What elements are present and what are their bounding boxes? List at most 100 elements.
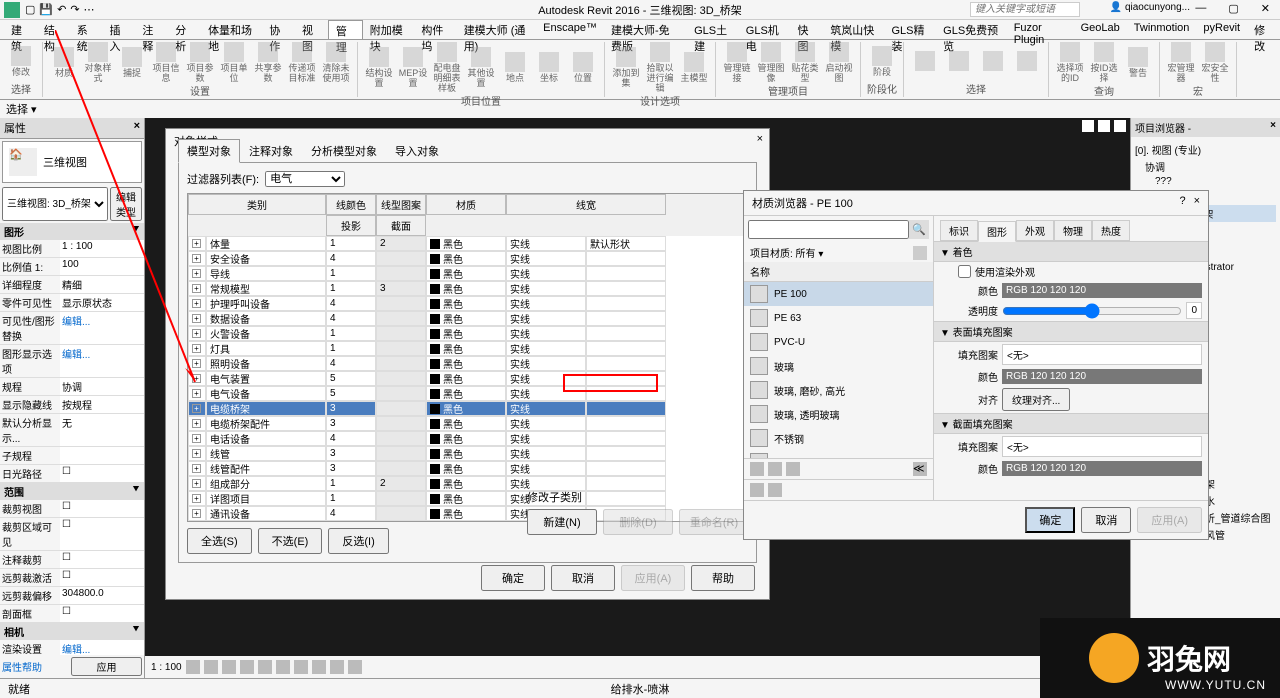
ribbon-清除未使用项[interactable]: 清除未使用项 — [321, 42, 351, 83]
prop-row[interactable]: 详细程度精细 — [0, 276, 144, 294]
vb-icon[interactable] — [330, 660, 344, 674]
material-item[interactable]: 不锈钢 — [744, 426, 933, 450]
os-tab-注释对象[interactable]: 注释对象 — [240, 139, 302, 163]
si[interactable]: ▦ — [1168, 681, 1184, 697]
properties-help-button[interactable]: 属性帮助 — [2, 657, 69, 676]
table-row[interactable]: +照明设备4黑色实线 — [188, 356, 747, 371]
prop-row[interactable]: 规程协调 — [0, 378, 144, 396]
tab-结构[interactable]: 结构 — [37, 20, 70, 39]
qat-save[interactable]: 💾 — [37, 3, 55, 16]
ribbon-其他设置[interactable]: 其他设置 — [466, 47, 496, 88]
si[interactable]: ▦ — [1146, 681, 1162, 697]
ribbon-按ID选择[interactable]: 按ID选择 — [1089, 42, 1119, 83]
mb-button-取消[interactable]: 取消 — [1081, 507, 1131, 533]
ribbon-位置[interactable]: 位置 — [568, 52, 598, 83]
tab-系统[interactable]: 系统 — [70, 20, 103, 39]
table-row[interactable]: +电缆桥架3黑色实线 — [188, 401, 747, 416]
table-row[interactable]: +护理呼叫设备4黑色实线 — [188, 296, 747, 311]
os-tab-导入对象[interactable]: 导入对象 — [386, 139, 448, 163]
ribbon-对象样式[interactable]: 对象样式 — [83, 42, 113, 83]
material-item[interactable]: 仓绿色 — [744, 450, 933, 458]
ribbon-修改[interactable]: 修改 — [6, 46, 36, 77]
button-取消[interactable]: 取消 — [551, 565, 615, 591]
prop-row[interactable]: 远剪裁激活☐ — [0, 569, 144, 587]
tab-管理[interactable]: 管理 — [328, 20, 363, 39]
prop-row[interactable]: 零件可见性显示原状态 — [0, 294, 144, 312]
select-dropdown[interactable]: 选择 ▾ — [6, 101, 37, 117]
table-row[interactable]: +线管3黑色实线 — [188, 446, 747, 461]
table-row[interactable]: +导线1黑色实线 — [188, 266, 747, 281]
fill-value[interactable]: <无> — [1002, 436, 1202, 457]
button-删除(D)[interactable]: 删除(D) — [603, 509, 673, 535]
edit-type-button[interactable]: 编辑类型 — [110, 187, 142, 221]
ribbon-[interactable] — [944, 51, 974, 72]
prop-row[interactable]: 默认分析显示...无 — [0, 414, 144, 447]
color-value[interactable]: RGB 120 120 120 — [1002, 461, 1202, 476]
ribbon-材质[interactable]: 材质 — [49, 47, 79, 78]
tab-快图[interactable]: 快图 — [790, 20, 823, 39]
mb-button-应用(A)[interactable]: 应用(A) — [1137, 507, 1202, 533]
si[interactable]: ▦ — [1234, 681, 1250, 697]
ribbon-宏管理器[interactable]: 宏管理器 — [1166, 42, 1196, 83]
button-应用(A)[interactable]: 应用(A) — [621, 565, 685, 591]
type-selector[interactable]: 🏠 三维视图 — [2, 141, 142, 183]
tab-GLS精装[interactable]: GLS精装 — [884, 20, 936, 39]
ribbon-结构设置[interactable]: 结构设置 — [364, 47, 394, 88]
tab-附加模块[interactable]: 附加模块 — [363, 20, 415, 39]
tree-node[interactable]: [0]. 视图 (专业) — [1135, 141, 1276, 158]
qat-open[interactable]: ▢ — [23, 3, 37, 16]
table-row[interactable]: +数据设备4黑色实线 — [188, 311, 747, 326]
collapse-icon[interactable]: ≪ — [913, 462, 927, 476]
close-button[interactable]: ✕ — [1255, 2, 1276, 15]
prop-row[interactable]: 日光路径☐ — [0, 465, 144, 483]
table-row[interactable]: +安全设备4黑色实线 — [188, 251, 747, 266]
prop-row[interactable]: 渲染设置编辑... — [0, 640, 144, 655]
tab-插入[interactable]: 插入 — [103, 20, 136, 39]
ribbon-共享参数[interactable]: 共享参数 — [253, 42, 283, 83]
tab-Enscape™[interactable]: Enscape™ — [536, 20, 604, 39]
table-row[interactable]: +常规模型13黑色实线 — [188, 281, 747, 296]
close-icon[interactable]: × — [134, 120, 140, 136]
ribbon-MEP设置[interactable]: MEP设置 — [398, 47, 428, 88]
add-icon[interactable] — [768, 462, 782, 476]
ribbon-管理链接[interactable]: 管理链接 — [722, 42, 752, 83]
prop-row[interactable]: 剖面框☐ — [0, 605, 144, 623]
transparency-slider[interactable] — [1002, 303, 1182, 319]
mb-tab-物理[interactable]: 物理 — [1054, 220, 1092, 241]
minimize-button[interactable]: — — [1189, 2, 1212, 15]
section-surface[interactable]: ▼ 表面填充图案 — [934, 321, 1208, 342]
ribbon-项目信息[interactable]: 项目信息 — [151, 42, 181, 83]
tab-GeoLab[interactable]: GeoLab — [1074, 20, 1127, 39]
align-button[interactable]: 纹理对齐... — [1002, 388, 1070, 411]
os-tab-模型对象[interactable]: 模型对象 — [178, 139, 240, 163]
button-新建(N)[interactable]: 新建(N) — [527, 509, 597, 535]
prop-row[interactable]: 视图比例1 : 100 — [0, 240, 144, 258]
tab-建筑[interactable]: 建筑 — [4, 20, 37, 39]
maximize-button[interactable]: ▢ — [1222, 2, 1244, 15]
vb-icon[interactable] — [312, 660, 326, 674]
ribbon-贴花类型[interactable]: 贴花类型 — [790, 42, 820, 83]
ribbon-[interactable] — [910, 51, 940, 72]
mb-button-确定[interactable]: 确定 — [1025, 507, 1075, 533]
tab-视图[interactable]: 视图 — [295, 20, 328, 39]
tab-注释[interactable]: 注释 — [135, 20, 168, 39]
tab-GLS机电[interactable]: GLS机电 — [739, 20, 791, 39]
table-row[interactable]: +火警设备1黑色实线 — [188, 326, 747, 341]
tab-体量和场地[interactable]: 体量和场地 — [201, 20, 262, 39]
ribbon-拾取以进行编辑[interactable]: 拾取以进行编辑 — [645, 42, 675, 93]
tab-pyRevit[interactable]: pyRevit — [1196, 20, 1247, 39]
prop-row[interactable]: 裁剪视图☐ — [0, 500, 144, 518]
menu-icon[interactable] — [786, 462, 800, 476]
close-icon[interactable]: × — [1270, 120, 1276, 135]
vb-icon[interactable] — [222, 660, 236, 674]
tab-协作[interactable]: 协作 — [262, 20, 295, 39]
vb-icon[interactable] — [258, 660, 272, 674]
prop-row[interactable]: 裁剪区域可见☐ — [0, 518, 144, 551]
qat-more[interactable]: ⋯ — [82, 3, 97, 16]
color-value[interactable]: RGB 120 120 120 — [1002, 283, 1202, 298]
prop-row[interactable]: 可见性/图形替换编辑... — [0, 312, 144, 345]
vb-icon[interactable] — [294, 660, 308, 674]
use-render-checkbox[interactable] — [958, 265, 971, 278]
tool-icon[interactable] — [768, 483, 782, 497]
prop-row[interactable]: 远剪裁偏移304800.0 — [0, 587, 144, 605]
